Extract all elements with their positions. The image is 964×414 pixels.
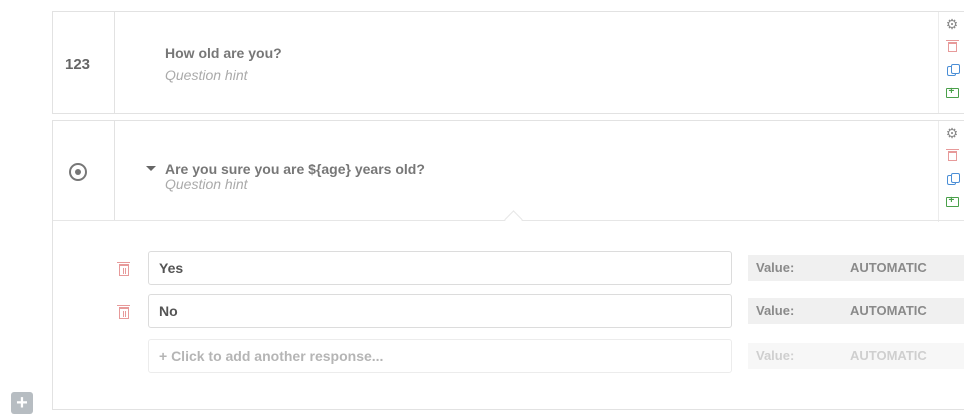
response-input[interactable]: No [148, 294, 732, 328]
question-title[interactable]: Are you sure you are ${age} years old? [165, 161, 425, 177]
question-title[interactable]: How old are you? [165, 45, 282, 61]
value-label: Value: [756, 303, 795, 318]
delete-response-icon[interactable] [117, 305, 130, 319]
add-response-input[interactable]: + Click to add another response... [148, 339, 732, 373]
value-setting: AUTOMATIC [850, 303, 927, 318]
gear-icon[interactable]: ⚙ [944, 125, 960, 141]
question-number-cell: 123 [53, 12, 115, 113]
question-number: 123 [65, 56, 91, 73]
response-input[interactable]: Yes [148, 251, 732, 285]
trash-icon[interactable] [944, 148, 960, 164]
question-visibility-cell [53, 121, 115, 220]
question-hint[interactable]: Question hint [165, 67, 248, 83]
caret-down-icon[interactable] [146, 166, 156, 171]
trash-icon[interactable] [944, 39, 960, 55]
gear-icon[interactable]: ⚙ [944, 16, 960, 32]
question-toolbar: ⚙ [938, 12, 964, 113]
question-card-2[interactable]: Are you sure you are ${age} years old? Q… [52, 120, 964, 410]
delete-response-icon[interactable] [117, 262, 130, 276]
response-value[interactable]: Value: AUTOMATIC [748, 298, 964, 324]
folder-add-icon[interactable] [944, 84, 960, 101]
add-response-value: Value: AUTOMATIC [748, 343, 964, 369]
folder-add-icon[interactable] [944, 193, 960, 210]
eye-icon[interactable] [69, 163, 87, 181]
value-label: Value: [756, 348, 795, 363]
question-hint[interactable]: Question hint [165, 176, 248, 192]
question-toolbar: ⚙ [938, 121, 964, 222]
value-label: Value: [756, 260, 795, 275]
question-card-1[interactable]: 123 How old are you? Question hint ⚙ [52, 11, 964, 114]
copy-icon[interactable] [944, 171, 960, 187]
copy-icon[interactable] [944, 62, 960, 78]
add-question-button[interactable]: + [11, 392, 33, 414]
response-value[interactable]: Value: AUTOMATIC [748, 255, 964, 281]
value-setting: AUTOMATIC [850, 260, 927, 275]
value-setting: AUTOMATIC [850, 348, 927, 363]
expand-pointer [504, 210, 523, 229]
